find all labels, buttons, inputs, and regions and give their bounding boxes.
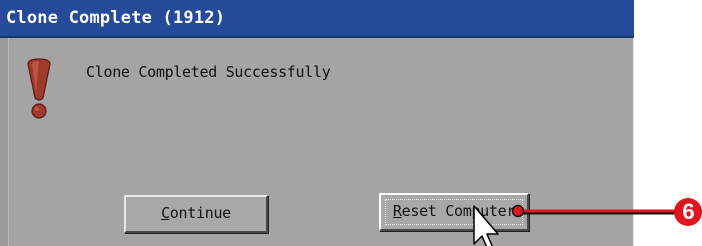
continue-label: ontinue <box>169 204 231 222</box>
callout-number: 6 <box>682 199 695 224</box>
clone-complete-dialog: Clone Complete (1912) Clone Completed Su… <box>0 0 636 246</box>
continue-accel: C <box>161 204 170 222</box>
success-message: Clone Completed Successfully <box>86 63 331 81</box>
window-title: Clone Complete (1912) <box>6 8 226 28</box>
continue-button[interactable]: Continue <box>124 195 268 233</box>
title-bar[interactable]: Clone Complete (1912) <box>0 0 634 38</box>
exclamation-icon <box>27 58 51 119</box>
reset-computer-button[interactable]: Reset Computer <box>379 193 529 231</box>
window-left-border <box>0 38 9 246</box>
focus-rectangle <box>385 199 523 225</box>
